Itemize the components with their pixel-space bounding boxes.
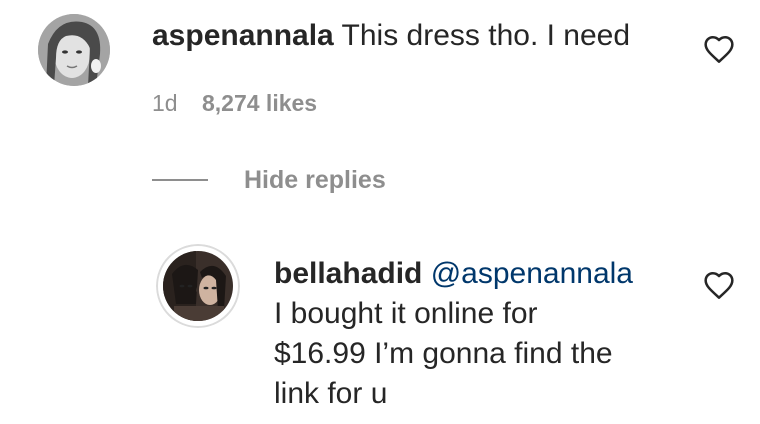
avatar-story-ring-icon bbox=[156, 244, 240, 328]
reply-body-line-2: $16.99 I’m gonna find the bbox=[274, 337, 613, 370]
reply-like-heart-icon[interactable] bbox=[703, 270, 735, 300]
comment-like-heart-icon[interactable] bbox=[703, 34, 735, 64]
reply-avatar[interactable] bbox=[156, 244, 240, 328]
reply-text: bellahadid @aspenannala I bought it onli… bbox=[274, 254, 684, 414]
reply-body-line-3: link for u bbox=[274, 377, 388, 410]
comment-timestamp: 1d bbox=[152, 90, 178, 116]
hide-replies-button[interactable]: Hide replies bbox=[152, 164, 386, 196]
reply-mention-link[interactable]: @aspenannala bbox=[431, 257, 633, 290]
reply-body-line-1: I bought it online for bbox=[274, 297, 538, 330]
comment-meta: 1d 8,274 likes bbox=[152, 88, 317, 118]
hide-replies-label: Hide replies bbox=[244, 165, 386, 194]
reply-header-line: bellahadid @aspenannala bbox=[274, 254, 684, 294]
comment-text: aspenannala This dress tho. I need bbox=[152, 18, 630, 54]
comment-body: This dress tho. I need bbox=[341, 19, 631, 52]
reply-username[interactable]: bellahadid bbox=[274, 257, 422, 290]
avatar-photo-icon bbox=[38, 14, 110, 86]
commenter-avatar[interactable] bbox=[38, 14, 110, 86]
comment-likes-count[interactable]: 8,274 likes bbox=[202, 90, 317, 116]
replies-divider-line bbox=[152, 179, 208, 181]
comment-username[interactable]: aspenannala bbox=[152, 19, 334, 52]
